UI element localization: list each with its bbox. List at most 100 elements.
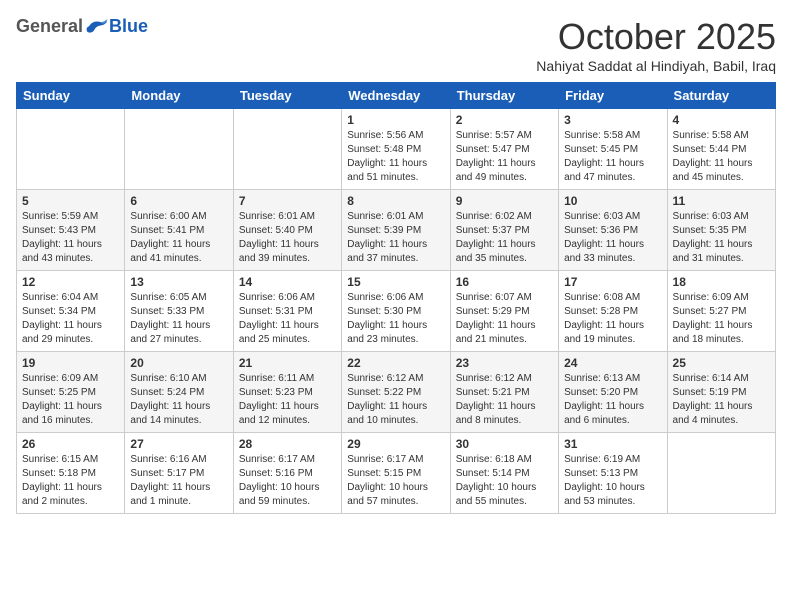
day-info: Sunrise: 6:10 AMSunset: 5:24 PMDaylight:… — [130, 372, 227, 428]
month-title: October 2025 — [536, 16, 776, 58]
calendar-cell — [667, 433, 775, 514]
calendar-cell: 7 Sunrise: 6:01 AMSunset: 5:40 PMDaylight… — [233, 190, 341, 271]
day-info: Sunrise: 6:05 AMSunset: 5:33 PMDaylight:… — [130, 291, 227, 347]
day-info: Sunrise: 6:12 AMSunset: 5:22 PMDaylight:… — [347, 372, 444, 428]
weekday-header-wednesday: Wednesday — [342, 83, 450, 109]
day-number: 10 — [564, 194, 661, 208]
day-info: Sunrise: 6:14 AMSunset: 5:19 PMDaylight:… — [673, 372, 770, 428]
weekday-header-friday: Friday — [559, 83, 667, 109]
day-number: 22 — [347, 356, 444, 370]
day-number: 13 — [130, 275, 227, 289]
day-info: Sunrise: 6:04 AMSunset: 5:34 PMDaylight:… — [22, 291, 119, 347]
calendar-week-row: 19Sunrise: 6:09 AMSunset: 5:25 PMDayligh… — [17, 352, 776, 433]
day-number: 4 — [673, 113, 770, 127]
calendar-cell: 21 Sunrise: 6:11 AMSunset: 5:23 PMDayligh… — [233, 352, 341, 433]
day-info: Sunrise: 5:58 AMSunset: 5:45 PMDaylight:… — [564, 129, 661, 185]
day-number: 11 — [673, 194, 770, 208]
day-info: Sunrise: 6:01 AMSunset: 5:40 PMDaylight:… — [239, 210, 336, 266]
calendar-cell: 27 Sunrise: 6:16 AMSunset: 5:17 PMDayligh… — [125, 433, 233, 514]
calendar-cell: 11 Sunrise: 6:03 AMSunset: 5:35 PMDayligh… — [667, 190, 775, 271]
day-info: Sunrise: 6:08 AMSunset: 5:28 PMDaylight:… — [564, 291, 661, 347]
weekday-header-row: SundayMondayTuesdayWednesdayThursdayFrid… — [17, 83, 776, 109]
day-number: 3 — [564, 113, 661, 127]
weekday-header-thursday: Thursday — [450, 83, 558, 109]
calendar-cell: 3 Sunrise: 5:58 AMSunset: 5:45 PMDaylight… — [559, 109, 667, 190]
calendar-cell: 16 Sunrise: 6:07 AMSunset: 5:29 PMDayligh… — [450, 271, 558, 352]
day-number: 14 — [239, 275, 336, 289]
day-number: 6 — [130, 194, 227, 208]
calendar-table: SundayMondayTuesdayWednesdayThursdayFrid… — [16, 82, 776, 514]
day-number: 16 — [456, 275, 553, 289]
day-info: Sunrise: 6:15 AMSunset: 5:18 PMDaylight:… — [22, 453, 119, 509]
calendar-cell: 13 Sunrise: 6:05 AMSunset: 5:33 PMDayligh… — [125, 271, 233, 352]
calendar-cell: 2 Sunrise: 5:57 AMSunset: 5:47 PMDaylight… — [450, 109, 558, 190]
logo: General Blue — [16, 16, 148, 37]
calendar-cell: 31Sunrise: 6:19 AMSunset: 5:13 PMDayligh… — [559, 433, 667, 514]
day-number: 5 — [22, 194, 119, 208]
day-info: Sunrise: 6:09 AMSunset: 5:27 PMDaylight:… — [673, 291, 770, 347]
logo-general-text: General — [16, 16, 83, 37]
day-info: Sunrise: 6:09 AMSunset: 5:25 PMDaylight:… — [22, 372, 119, 428]
location-subtitle: Nahiyat Saddat al Hindiyah, Babil, Iraq — [536, 58, 776, 74]
calendar-week-row: 1Sunrise: 5:56 AMSunset: 5:48 PMDaylight… — [17, 109, 776, 190]
calendar-cell: 10 Sunrise: 6:03 AMSunset: 5:36 PMDayligh… — [559, 190, 667, 271]
day-info: Sunrise: 6:06 AMSunset: 5:30 PMDaylight:… — [347, 291, 444, 347]
day-info: Sunrise: 5:57 AMSunset: 5:47 PMDaylight:… — [456, 129, 553, 185]
calendar-cell: 28Sunrise: 6:17 AMSunset: 5:16 PMDayligh… — [233, 433, 341, 514]
day-info: Sunrise: 6:16 AMSunset: 5:17 PMDaylight:… — [130, 453, 227, 509]
weekday-header-monday: Monday — [125, 83, 233, 109]
day-number: 21 — [239, 356, 336, 370]
calendar-cell: 6 Sunrise: 6:00 AMSunset: 5:41 PMDaylight… — [125, 190, 233, 271]
calendar-cell: 20 Sunrise: 6:10 AMSunset: 5:24 PMDayligh… — [125, 352, 233, 433]
calendar-cell: 15Sunrise: 6:06 AMSunset: 5:30 PMDayligh… — [342, 271, 450, 352]
logo-blue-text: Blue — [109, 16, 148, 37]
day-number: 12 — [22, 275, 119, 289]
day-number: 29 — [347, 437, 444, 451]
logo-bird-icon — [85, 17, 109, 37]
calendar-cell: 12 Sunrise: 6:04 AMSunset: 5:34 PMDayligh… — [17, 271, 125, 352]
calendar-cell: 18 Sunrise: 6:09 AMSunset: 5:27 PMDayligh… — [667, 271, 775, 352]
day-info: Sunrise: 6:03 AMSunset: 5:35 PMDaylight:… — [673, 210, 770, 266]
calendar-cell: 8 Sunrise: 6:01 AMSunset: 5:39 PMDaylight… — [342, 190, 450, 271]
title-block: October 2025 Nahiyat Saddat al Hindiyah,… — [536, 16, 776, 74]
calendar-cell: 17 Sunrise: 6:08 AMSunset: 5:28 PMDayligh… — [559, 271, 667, 352]
calendar-cell: 24Sunrise: 6:13 AMSunset: 5:20 PMDayligh… — [559, 352, 667, 433]
calendar-cell: 29 Sunrise: 6:17 AMSunset: 5:15 PMDayligh… — [342, 433, 450, 514]
day-number: 28 — [239, 437, 336, 451]
day-number: 17 — [564, 275, 661, 289]
calendar-cell: 9Sunrise: 6:02 AMSunset: 5:37 PMDaylight… — [450, 190, 558, 271]
day-info: Sunrise: 6:11 AMSunset: 5:23 PMDaylight:… — [239, 372, 336, 428]
day-number: 25 — [673, 356, 770, 370]
page-header: General Blue October 2025 Nahiyat Saddat… — [16, 16, 776, 74]
weekday-header-sunday: Sunday — [17, 83, 125, 109]
day-info: Sunrise: 6:00 AMSunset: 5:41 PMDaylight:… — [130, 210, 227, 266]
day-number: 30 — [456, 437, 553, 451]
calendar-cell: 23Sunrise: 6:12 AMSunset: 5:21 PMDayligh… — [450, 352, 558, 433]
weekday-header-saturday: Saturday — [667, 83, 775, 109]
calendar-cell: 5 Sunrise: 5:59 AMSunset: 5:43 PMDaylight… — [17, 190, 125, 271]
day-info: Sunrise: 5:59 AMSunset: 5:43 PMDaylight:… — [22, 210, 119, 266]
day-number: 26 — [22, 437, 119, 451]
calendar-week-row: 12 Sunrise: 6:04 AMSunset: 5:34 PMDayligh… — [17, 271, 776, 352]
day-info: Sunrise: 6:03 AMSunset: 5:36 PMDaylight:… — [564, 210, 661, 266]
day-number: 2 — [456, 113, 553, 127]
day-number: 27 — [130, 437, 227, 451]
day-info: Sunrise: 5:58 AMSunset: 5:44 PMDaylight:… — [673, 129, 770, 185]
day-number: 18 — [673, 275, 770, 289]
calendar-cell: 1Sunrise: 5:56 AMSunset: 5:48 PMDaylight… — [342, 109, 450, 190]
day-number: 8 — [347, 194, 444, 208]
day-info: Sunrise: 6:02 AMSunset: 5:37 PMDaylight:… — [456, 210, 553, 266]
calendar-cell: 26 Sunrise: 6:15 AMSunset: 5:18 PMDayligh… — [17, 433, 125, 514]
calendar-cell — [17, 109, 125, 190]
day-info: Sunrise: 6:06 AMSunset: 5:31 PMDaylight:… — [239, 291, 336, 347]
day-info: Sunrise: 6:01 AMSunset: 5:39 PMDaylight:… — [347, 210, 444, 266]
day-info: Sunrise: 6:12 AMSunset: 5:21 PMDaylight:… — [456, 372, 553, 428]
day-info: Sunrise: 6:07 AMSunset: 5:29 PMDaylight:… — [456, 291, 553, 347]
day-number: 20 — [130, 356, 227, 370]
day-number: 31 — [564, 437, 661, 451]
day-info: Sunrise: 6:13 AMSunset: 5:20 PMDaylight:… — [564, 372, 661, 428]
day-number: 7 — [239, 194, 336, 208]
calendar-week-row: 5 Sunrise: 5:59 AMSunset: 5:43 PMDaylight… — [17, 190, 776, 271]
calendar-cell: 14 Sunrise: 6:06 AMSunset: 5:31 PMDayligh… — [233, 271, 341, 352]
day-info: Sunrise: 6:17 AMSunset: 5:15 PMDaylight:… — [347, 453, 444, 509]
